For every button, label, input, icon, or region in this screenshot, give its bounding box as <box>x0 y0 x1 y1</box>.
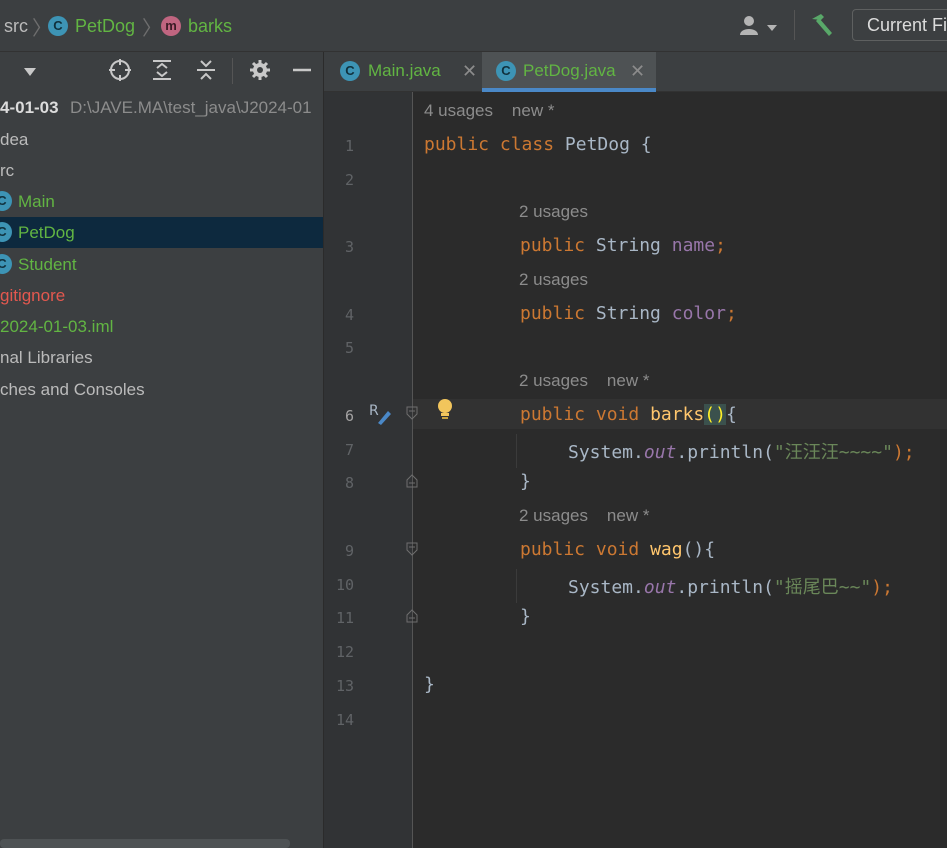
line-number: 14 <box>335 711 354 729</box>
project-root-label: 4-01-03 <box>0 98 59 117</box>
bulb-icon[interactable] <box>434 397 456 423</box>
line-number: 5 <box>344 339 354 357</box>
collapse-all-icon[interactable] <box>194 58 218 82</box>
tab-main-java[interactable]: C Main.java ✕ <box>334 52 480 92</box>
horizontal-scrollbar[interactable] <box>0 839 290 848</box>
run-configuration-selector[interactable]: Current Fi <box>852 9 947 41</box>
editor-gutter <box>324 92 412 848</box>
fold-icon[interactable] <box>406 542 418 556</box>
usages-hint[interactable]: 2 usages <box>519 202 588 222</box>
breadcrumb-separator: 〉 <box>142 18 162 40</box>
toolbar-divider <box>232 58 233 84</box>
tree-item-petdog[interactable]: C PetDog <box>0 217 323 248</box>
tree-item-student[interactable]: C Student <box>0 249 323 280</box>
usages-hint[interactable]: 2 usages <box>519 270 588 290</box>
code-line-13: } <box>424 674 435 695</box>
user-icon[interactable] <box>738 13 762 37</box>
tree-item-label: gitignore <box>0 286 66 305</box>
indent-guide <box>516 434 517 468</box>
gear-icon[interactable] <box>248 58 272 82</box>
toolbar-divider <box>794 10 795 40</box>
line-number: 1 <box>344 137 354 155</box>
tab-label: Main.java <box>368 61 441 80</box>
line-number: 9 <box>344 542 354 560</box>
tree-item-label: PetDog <box>18 223 75 242</box>
close-icon[interactable]: ✕ <box>630 52 645 90</box>
code-editor[interactable]: 1 2 3 4 5 6 7 8 9 10 11 12 13 14 R 4 usa… <box>324 92 947 848</box>
tab-label: PetDog.java <box>523 61 616 80</box>
usages-hint[interactable]: 2 usages new * <box>519 506 649 526</box>
line-number: 7 <box>344 441 354 459</box>
tree-item-iml[interactable]: 2024-01-03.iml <box>0 311 323 342</box>
code-line-11: } <box>520 606 531 627</box>
fold-icon[interactable] <box>406 474 418 488</box>
project-tool-window: 4-01-03 D:\JAVE.MA\test_java\J2024-01 de… <box>0 52 324 848</box>
minimize-icon[interactable] <box>290 58 314 82</box>
usages-hint[interactable]: 2 usages new * <box>519 371 649 391</box>
class-run-icon: C <box>0 191 12 211</box>
tree-item-gitignore[interactable]: gitignore <box>0 280 323 311</box>
line-number: 12 <box>335 643 354 661</box>
editor-tab-bar: C Main.java ✕ C PetDog.java ✕ <box>324 52 947 92</box>
project-root-path: D:\JAVE.MA\test_java\J2024-01 <box>70 98 312 117</box>
code-line-1: public class PetDog { <box>424 134 652 155</box>
tree-item-label: nal Libraries <box>0 348 93 367</box>
breadcrumb-petdog[interactable]: PetDog <box>75 16 135 37</box>
breadcrumb-barks[interactable]: barks <box>188 16 232 37</box>
locate-icon[interactable] <box>108 58 132 82</box>
line-number: 13 <box>335 677 354 695</box>
code-line-9: public void wag(){ <box>520 539 716 560</box>
tab-petdog-java[interactable]: C PetDog.java ✕ <box>482 52 656 92</box>
class-run-icon: C <box>340 61 360 81</box>
edit-icon[interactable]: R <box>368 401 392 425</box>
tree-item-scratches[interactable]: ches and Consoles <box>0 374 323 405</box>
class-icon: C <box>0 254 12 274</box>
tree-item-label: dea <box>0 130 29 149</box>
expand-all-icon[interactable] <box>150 58 174 82</box>
chevron-down-icon[interactable] <box>766 20 778 31</box>
fold-icon[interactable] <box>406 406 418 420</box>
project-toolbar <box>0 52 323 90</box>
close-icon[interactable]: ✕ <box>462 52 477 90</box>
line-number: 2 <box>344 171 354 189</box>
tree-item-label: Student <box>18 255 77 274</box>
tree-item-label: ches and Consoles <box>0 380 145 399</box>
gutter-divider <box>412 92 413 848</box>
chevron-down-icon[interactable] <box>22 65 38 77</box>
tree-item-label: Main <box>18 192 55 211</box>
line-number: 10 <box>335 576 354 594</box>
breadcrumb-src[interactable]: src <box>4 16 28 37</box>
usages-hint[interactable]: 4 usages new * <box>424 101 554 121</box>
class-icon: C <box>0 222 12 242</box>
line-number: 11 <box>335 609 354 627</box>
code-line-3: public String name; <box>520 235 726 256</box>
tree-item-project-root[interactable]: 4-01-03 D:\JAVE.MA\test_java\J2024-01 <box>0 92 323 123</box>
fold-icon[interactable] <box>406 609 418 623</box>
svg-text:R: R <box>369 403 379 419</box>
indent-guide <box>516 569 517 603</box>
line-number-current: 6 <box>344 407 354 425</box>
tree-item-src[interactable]: rc <box>0 155 323 186</box>
tree-item-external-libraries[interactable]: nal Libraries <box>0 342 323 373</box>
line-number: 4 <box>344 306 354 324</box>
tree-item-main[interactable]: C Main <box>0 186 323 217</box>
code-line-6: public void barks(){ <box>520 404 737 425</box>
code-line-10: System.out.println("摇尾巴~~"); <box>568 577 893 598</box>
navigation-bar: src 〉 C PetDog 〉 m barks Current Fi <box>0 0 947 52</box>
code-line-4: public String color; <box>520 303 737 324</box>
line-number: 3 <box>344 238 354 256</box>
class-icon: C <box>48 16 68 36</box>
tree-item-label: rc <box>0 161 15 180</box>
tree-item-idea[interactable]: dea <box>0 124 323 155</box>
hammer-icon[interactable] <box>808 12 834 38</box>
code-line-7: System.out.println("汪汪汪~~~~"); <box>568 442 915 463</box>
tree-item-label: 2024-01-03.iml <box>0 317 114 336</box>
code-line-8: } <box>520 471 531 492</box>
line-number: 8 <box>344 474 354 492</box>
method-icon: m <box>161 16 181 36</box>
class-icon: C <box>496 61 516 81</box>
